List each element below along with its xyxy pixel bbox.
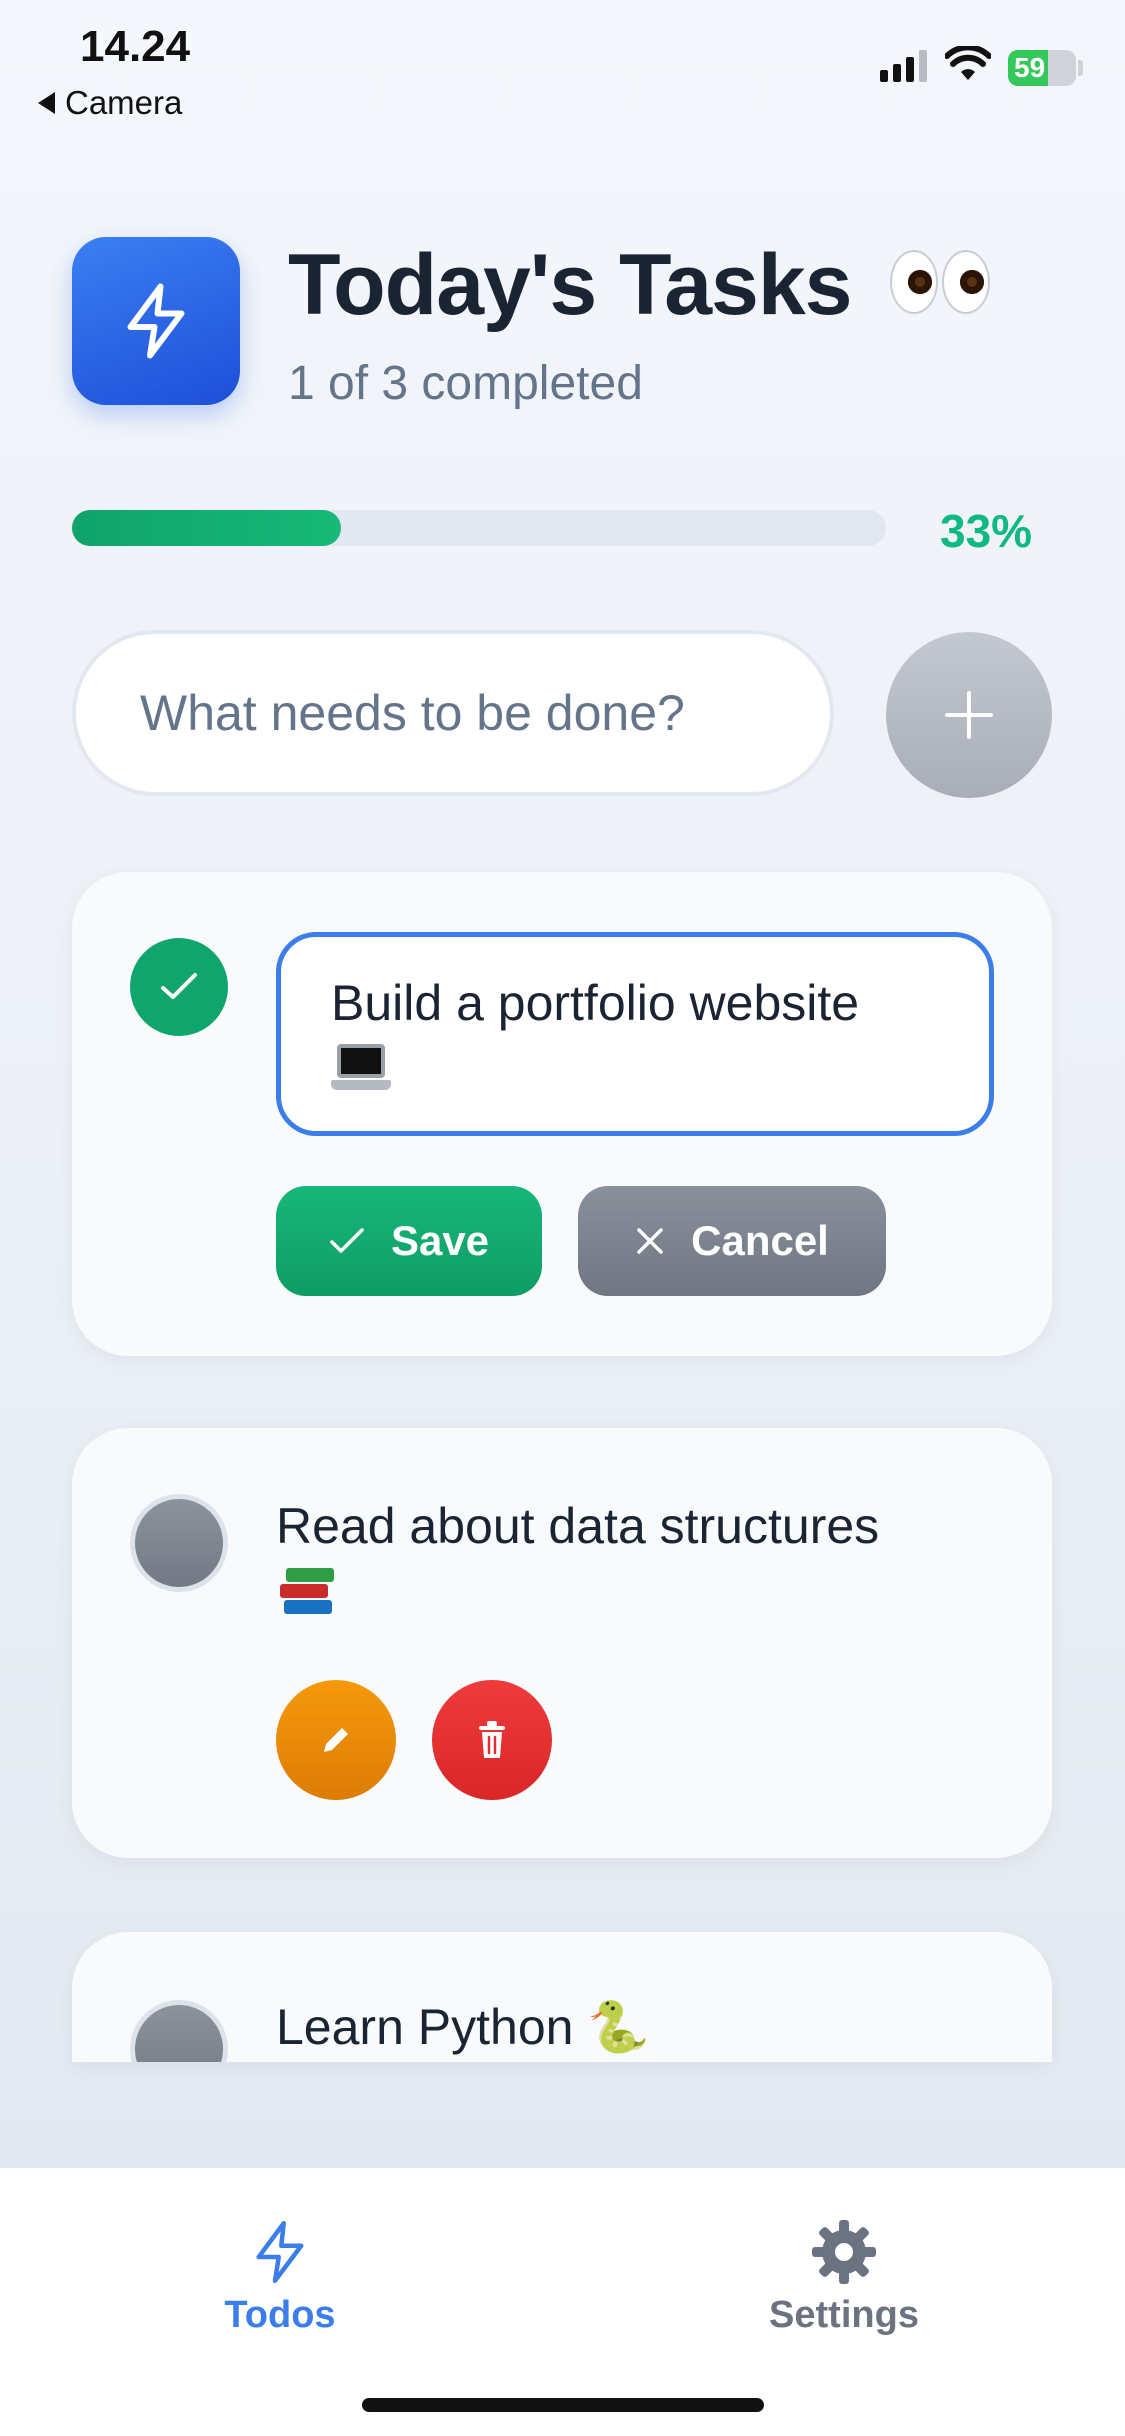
wifi-icon bbox=[945, 46, 991, 80]
task-item: Read about data structures bbox=[276, 1494, 976, 1620]
battery-level: 59 bbox=[1014, 52, 1046, 83]
tab-settings[interactable]: Settings bbox=[724, 2218, 964, 2337]
task-edit-text: Build a portfolio website bbox=[331, 975, 860, 1031]
home-indicator[interactable] bbox=[362, 2398, 764, 2412]
add-task-button[interactable] bbox=[886, 632, 1052, 798]
task-checkbox[interactable] bbox=[130, 2000, 228, 2062]
page-title: Today's Tasks bbox=[288, 237, 853, 333]
eyes-emoji-icon bbox=[890, 250, 990, 314]
save-button[interactable]: Save bbox=[276, 1186, 542, 1296]
close-icon bbox=[637, 1228, 663, 1254]
tab-todos-label: Todos bbox=[224, 2294, 336, 2336]
lightning-icon bbox=[256, 2221, 304, 2283]
progress-percent: 33% bbox=[940, 505, 1033, 557]
task-text: Learn Python 🐍 bbox=[276, 1999, 650, 2055]
cancel-label: Cancel bbox=[691, 1217, 829, 1264]
edit-task-button[interactable] bbox=[276, 1680, 396, 1800]
task-edit-input[interactable]: Build a portfolio website bbox=[276, 932, 994, 1136]
tab-todos[interactable]: Todos bbox=[160, 2218, 400, 2337]
back-to-camera[interactable]: Camera bbox=[38, 84, 182, 122]
task-card-clip: Learn Python 🐍 bbox=[72, 1932, 1052, 2062]
battery-tip bbox=[1078, 60, 1083, 76]
cancel-button[interactable]: Cancel bbox=[578, 1186, 886, 1296]
delete-task-button[interactable] bbox=[432, 1680, 552, 1800]
new-task-field[interactable] bbox=[72, 630, 834, 796]
completion-summary: 1 of 3 completed bbox=[288, 357, 643, 410]
cellular-signal-icon bbox=[880, 50, 927, 82]
tab-settings-label: Settings bbox=[769, 2294, 919, 2336]
back-label: Camera bbox=[65, 84, 183, 121]
task-card bbox=[72, 1428, 1052, 1858]
books-emoji-icon bbox=[276, 1564, 334, 1620]
back-arrow-icon bbox=[38, 92, 55, 114]
save-label: Save bbox=[390, 1217, 490, 1264]
trash-icon bbox=[479, 1721, 505, 1758]
checkmark-icon bbox=[330, 1228, 364, 1253]
laptop-emoji-icon bbox=[331, 1043, 391, 1096]
checkmark-icon bbox=[161, 973, 197, 999]
lightning-icon bbox=[127, 283, 185, 359]
battery-icon: 59 bbox=[1008, 50, 1076, 86]
new-task-input[interactable] bbox=[76, 634, 830, 792]
task-text: Read about data structures bbox=[276, 1498, 880, 1554]
progress-bar bbox=[72, 510, 886, 546]
status-time: 14.24 bbox=[80, 22, 191, 71]
progress-fill bbox=[72, 510, 341, 546]
app-logo bbox=[72, 237, 240, 405]
pencil-icon bbox=[324, 1728, 348, 1752]
gear-icon bbox=[812, 2220, 876, 2284]
plus-icon bbox=[945, 691, 993, 739]
task-checkbox[interactable] bbox=[130, 1494, 228, 1592]
task-complete-checkbox[interactable] bbox=[130, 938, 228, 1036]
